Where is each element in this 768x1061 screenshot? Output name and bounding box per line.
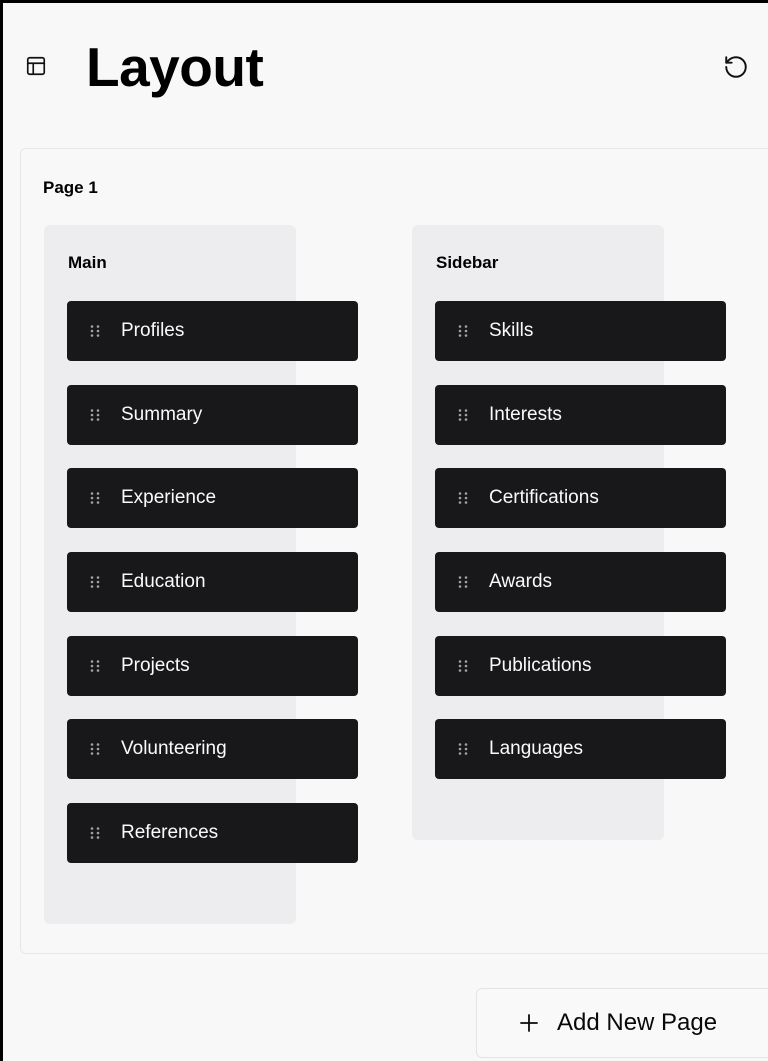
drag-handle-icon[interactable]: [457, 408, 469, 422]
section-item-label: Languages: [489, 738, 584, 759]
layout-icon: [26, 56, 46, 76]
section-item-label: Interests: [489, 404, 562, 425]
section-item-label: References: [121, 822, 219, 843]
drag-handle-icon[interactable]: [457, 575, 469, 589]
drag-handle-icon[interactable]: [457, 324, 469, 338]
drag-handle-icon[interactable]: [89, 324, 101, 338]
section-item-publications[interactable]: Publications: [435, 636, 726, 696]
sidebar-column-title: Sidebar: [436, 253, 499, 272]
window-frame-top: [0, 0, 768, 3]
window-frame-left: [0, 0, 3, 1061]
section-item-label: Publications: [489, 655, 592, 676]
section-item-skills[interactable]: Skills: [435, 301, 726, 361]
drag-handle-icon[interactable]: [89, 491, 101, 505]
main-column-title: Main: [68, 253, 107, 272]
add-new-page-button[interactable]: Add New Page: [476, 988, 768, 1058]
section-item-volunteering[interactable]: Volunteering: [67, 719, 358, 779]
drag-handle-icon[interactable]: [457, 742, 469, 756]
drag-handle-icon[interactable]: [89, 742, 101, 756]
page-title: Layout: [86, 36, 264, 98]
section-item-label: Projects: [121, 655, 190, 676]
section-item-label: Summary: [121, 404, 203, 425]
drag-handle-icon[interactable]: [89, 575, 101, 589]
section-item-label: Awards: [489, 571, 553, 592]
section-item-summary[interactable]: Summary: [67, 385, 358, 445]
drag-handle-icon[interactable]: [457, 659, 469, 673]
section-item-profiles[interactable]: Profiles: [67, 301, 358, 361]
section-item-label: Certifications: [489, 487, 599, 508]
section-item-interests[interactable]: Interests: [435, 385, 726, 445]
section-item-experience[interactable]: Experience: [67, 468, 358, 528]
reset-layout-icon[interactable]: [723, 54, 749, 80]
section-item-label: Experience: [121, 487, 217, 508]
section-item-projects[interactable]: Projects: [67, 636, 358, 696]
section-item-references[interactable]: References: [67, 803, 358, 863]
section-item-label: Education: [121, 571, 206, 592]
section-item-certifications[interactable]: Certifications: [435, 468, 726, 528]
section-item-label: Skills: [489, 320, 534, 341]
drag-handle-icon[interactable]: [89, 826, 101, 840]
add-new-page-label: Add New Page: [557, 1009, 718, 1036]
section-item-education[interactable]: Education: [67, 552, 358, 612]
section-item-languages[interactable]: Languages: [435, 719, 726, 779]
drag-handle-icon[interactable]: [457, 491, 469, 505]
section-item-label: Volunteering: [121, 738, 227, 759]
drag-handle-icon[interactable]: [89, 659, 101, 673]
drag-handle-icon[interactable]: [89, 408, 101, 422]
plus-icon: [520, 1014, 538, 1032]
section-item-label: Profiles: [121, 320, 185, 341]
page-label: Page 1: [43, 178, 98, 197]
section-item-awards[interactable]: Awards: [435, 552, 726, 612]
